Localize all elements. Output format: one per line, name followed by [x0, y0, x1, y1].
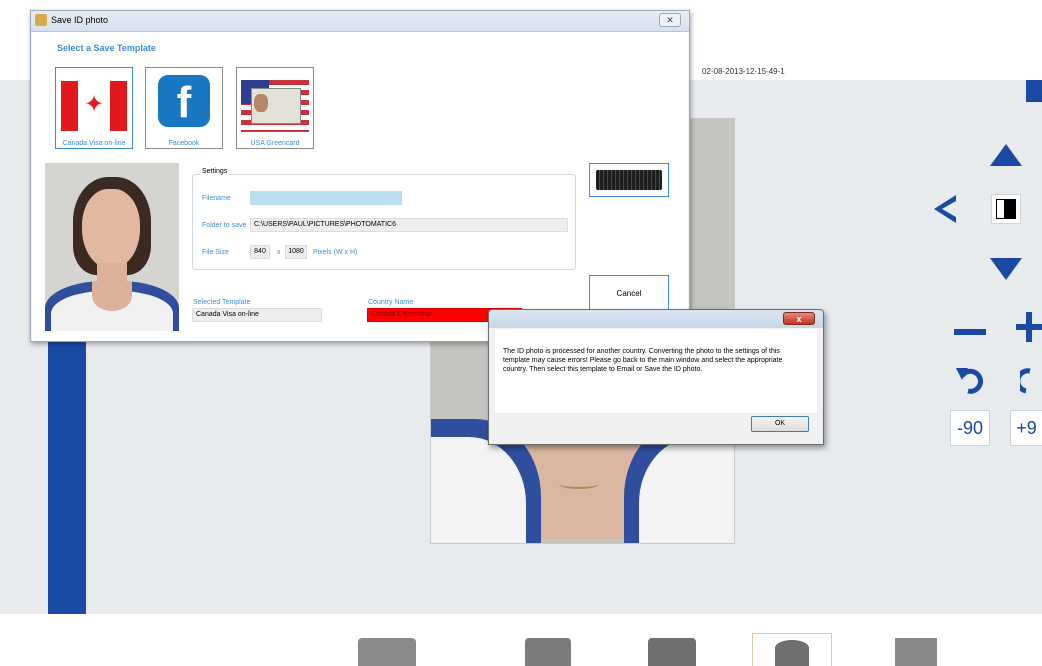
template-usa-greencard[interactable]: USA Greencard	[236, 67, 314, 149]
database-button[interactable]	[752, 633, 832, 666]
arrow-down-icon[interactable]	[988, 256, 1024, 288]
rotate-right-icon[interactable]	[1015, 364, 1042, 400]
rotate-minus-90-button[interactable]: -90	[950, 410, 990, 446]
times-label: x	[277, 249, 281, 256]
email-icon[interactable]	[895, 638, 937, 666]
folder-label: Folder to save	[202, 222, 247, 229]
message-body: The ID photo is processed for another co…	[495, 329, 817, 413]
arrow-up-icon[interactable]	[988, 142, 1024, 174]
template-canada-visa[interactable]: ✦ Canada Visa on-line	[55, 67, 133, 149]
template-label: Canada Visa on-line	[62, 140, 126, 147]
folder-field[interactable]: C:\USERS\PAUL\PICTURES\PHOTOMATIC6	[250, 218, 568, 232]
units-label: Pixels (W x H)	[313, 249, 358, 256]
zoom-out-icon[interactable]	[952, 318, 988, 348]
ok-button[interactable]: OK	[751, 416, 809, 432]
selected-template-label: Selected Template	[193, 299, 251, 306]
message-titlebar: x	[489, 310, 823, 328]
dialog-close-button[interactable]: ✕	[659, 13, 681, 27]
keyboard-icon	[596, 170, 662, 190]
dialog-body: Select a Save Template ✦ Canada Visa on-…	[32, 32, 688, 341]
database-icon	[775, 640, 809, 666]
width-field[interactable]: 840	[250, 245, 270, 259]
dialog-titlebar: Save ID photo ✕	[31, 11, 689, 32]
maple-leaf-icon: ✦	[61, 81, 127, 131]
settings-legend: Settings	[200, 168, 230, 175]
template-label: USA Greencard	[250, 140, 300, 147]
contrast-icon[interactable]	[991, 194, 1021, 224]
rotate-plus-90-button[interactable]: +9	[1010, 410, 1042, 446]
template-label: Facebook	[168, 140, 200, 147]
cancel-button[interactable]: Cancel	[589, 275, 669, 313]
bottom-toolbar	[0, 614, 1042, 666]
usb-icon[interactable]	[358, 638, 416, 666]
height-field[interactable]: 1080	[285, 245, 307, 259]
printer-icon[interactable]	[648, 638, 696, 666]
selected-template-field: Canada Visa on-line	[192, 308, 322, 322]
side-panel-bar	[48, 340, 86, 614]
filename-field[interactable]	[250, 191, 402, 205]
dialog-title: Save ID photo	[51, 15, 109, 25]
filename-label: Filename	[202, 195, 231, 202]
scanner-icon[interactable]	[525, 638, 571, 666]
photo-filename: 02-08-2013-12-15-49-1	[702, 67, 785, 76]
facebook-icon: f	[158, 75, 210, 127]
save-id-photo-dialog: Save ID photo ✕ Select a Save Template ✦…	[30, 10, 690, 342]
zoom-in-icon[interactable]	[1016, 310, 1042, 350]
template-facebook[interactable]: f Facebook	[145, 67, 223, 149]
arrow-left-icon[interactable]	[930, 193, 960, 231]
select-template-heading: Select a Save Template	[57, 43, 156, 53]
rotate-left-icon[interactable]	[954, 364, 984, 400]
keyboard-button[interactable]	[589, 163, 669, 197]
message-close-button[interactable]: x	[783, 312, 815, 325]
portrait-thumbnail	[45, 163, 179, 331]
filesize-label: File Size	[202, 249, 229, 256]
message-text: The ID photo is processed for another co…	[503, 348, 783, 373]
warning-message-box: x The ID photo is processed for another …	[488, 309, 824, 445]
panel-corner-icon[interactable]	[1026, 80, 1042, 102]
country-name-label: Country Name	[368, 299, 414, 306]
app-icon	[35, 14, 47, 26]
